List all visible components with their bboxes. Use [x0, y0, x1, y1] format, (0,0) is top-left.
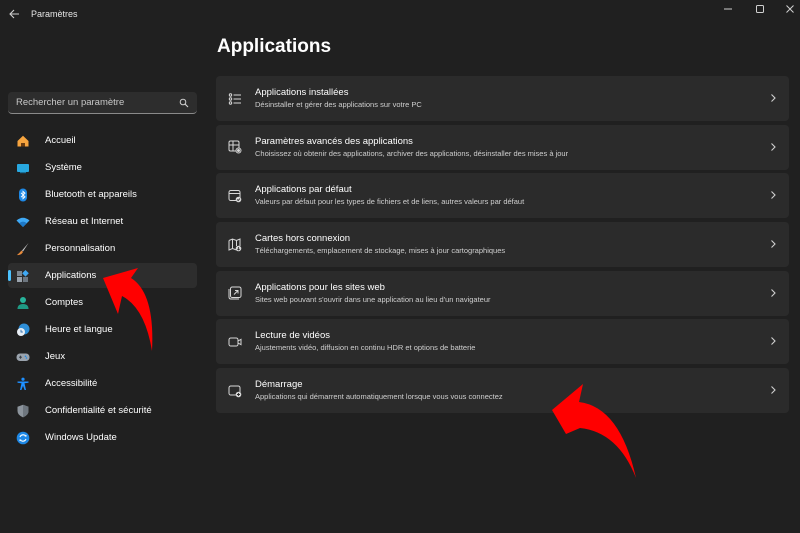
- update-icon: [16, 431, 30, 445]
- back-arrow-icon: [8, 9, 19, 19]
- chevron-right-icon: [771, 386, 776, 395]
- chevron-right-icon: [771, 94, 776, 102]
- offline-map-icon: [228, 237, 242, 252]
- sidebar-item-accueil[interactable]: Accueil: [8, 128, 197, 153]
- title-bar: Paramètres: [0, 0, 800, 30]
- sidebar-item-label: Réseau et Internet: [45, 216, 124, 227]
- search-box[interactable]: [8, 92, 197, 114]
- search-icon[interactable]: [179, 98, 189, 108]
- sidebar-item-label: Windows Update: [45, 432, 117, 443]
- card-cartes-hors-connexion[interactable]: Cartes hors connexion Téléchargements, e…: [216, 222, 789, 268]
- settings-card-list: Applications installées Désinstaller et …: [216, 76, 789, 417]
- sidebar-item-windows-update[interactable]: Windows Update: [8, 425, 197, 450]
- app-title: Paramètres: [31, 9, 78, 19]
- system-monitor-icon: [16, 161, 30, 175]
- card-title: Applications par défaut: [255, 184, 352, 196]
- person-icon: [16, 296, 30, 310]
- sidebar-item-personnalisation[interactable]: Personnalisation: [8, 236, 197, 261]
- chevron-right-icon: [771, 142, 776, 151]
- card-applications-installees[interactable]: Applications installées Désinstaller et …: [216, 76, 789, 121]
- page-title: Applications: [217, 36, 332, 57]
- card-applications-sites-web[interactable]: Applications pour les sites web Sites we…: [216, 270, 789, 316]
- minimize-icon: [724, 8, 732, 10]
- sidebar-item-label: Comptes: [45, 297, 84, 308]
- card-description: Désinstaller et gérer des applications s…: [255, 100, 422, 109]
- default-app-icon: [228, 189, 242, 203]
- card-description: Ajustements vidéo, diffusion en continu …: [255, 343, 476, 353]
- apps-gear-icon: [228, 140, 242, 154]
- sidebar-item-label: Jeux: [45, 351, 66, 362]
- list-icon: [228, 92, 242, 106]
- sidebar-item-label: Accessibilité: [45, 378, 98, 389]
- card-lecture-videos[interactable]: Lecture de vidéos Ajustements vidéo, dif…: [216, 319, 789, 365]
- card-title: Paramètres avancés des applications: [255, 135, 413, 147]
- startup-icon: [228, 384, 242, 398]
- sidebar-item-confidentialite[interactable]: Confidentialité et sécurité: [8, 398, 197, 423]
- sidebar-item-label: Personnalisation: [45, 243, 116, 254]
- gamepad-icon: [16, 350, 30, 364]
- video-camera-icon: [228, 335, 242, 349]
- sidebar-item-label: Confidentialité et sécurité: [45, 405, 152, 416]
- chevron-right-icon: [771, 191, 776, 200]
- close-icon: [786, 5, 794, 13]
- card-parametres-avances[interactable]: Paramètres avancés des applications Choi…: [216, 124, 789, 170]
- sidebar-item-applications[interactable]: Applications: [8, 263, 197, 288]
- sidebar-item-systeme[interactable]: Système: [8, 155, 197, 180]
- chevron-right-icon: [771, 288, 776, 297]
- apps-icon: [16, 269, 30, 283]
- chevron-right-icon: [771, 337, 776, 346]
- maximize-icon: [756, 5, 764, 13]
- card-description: Valeurs par défaut pour les types de fic…: [255, 197, 525, 207]
- accessibility-icon: [16, 377, 30, 391]
- clock-globe-icon: [16, 323, 30, 337]
- card-title: Cartes hors connexion: [255, 233, 351, 245]
- card-description: Applications qui démarrent automatiqueme…: [255, 392, 503, 402]
- sidebar-item-bluetooth[interactable]: Bluetooth et appareils: [8, 182, 197, 207]
- sidebar-item-accessibilite[interactable]: Accessibilité: [8, 371, 197, 396]
- sidebar-item-label: Accueil: [45, 135, 76, 146]
- sidebar-item-label: Bluetooth et appareils: [45, 189, 137, 200]
- web-app-icon: [228, 286, 242, 300]
- search-input[interactable]: [16, 97, 179, 108]
- close-button[interactable]: [775, 0, 800, 18]
- card-description: Téléchargements, emplacement de stockage…: [255, 246, 506, 256]
- bluetooth-icon: [16, 188, 30, 202]
- card-title: Applications installées: [255, 87, 349, 98]
- card-title: Démarrage: [255, 379, 303, 391]
- maximize-button[interactable]: [745, 0, 775, 18]
- card-demarrage[interactable]: Démarrage Applications qui démarrent aut…: [216, 368, 789, 414]
- sidebar-nav: Accueil Système Bluetooth et appareils R…: [8, 128, 197, 452]
- back-button[interactable]: [6, 6, 22, 22]
- shield-icon: [16, 404, 30, 418]
- sidebar-item-reseau[interactable]: Réseau et Internet: [8, 209, 197, 234]
- card-description: Choisissez où obtenir des applications, …: [255, 148, 569, 158]
- sidebar-item-heure-langue[interactable]: Heure et langue: [8, 317, 197, 342]
- sidebar-item-jeux[interactable]: Jeux: [8, 344, 197, 369]
- wifi-icon: [16, 215, 30, 229]
- card-title: Applications pour les sites web: [255, 281, 385, 293]
- sidebar-item-label: Système: [45, 162, 82, 173]
- chevron-right-icon: [771, 240, 776, 248]
- sidebar-item-comptes[interactable]: Comptes: [8, 290, 197, 315]
- sidebar-item-label: Applications: [45, 270, 97, 281]
- card-description: Sites web pouvant s'ouvrir dans une appl…: [255, 294, 491, 304]
- paintbrush-icon: [16, 242, 30, 256]
- card-applications-par-defaut[interactable]: Applications par défaut Valeurs par défa…: [216, 173, 789, 219]
- sidebar-item-label: Heure et langue: [45, 324, 113, 335]
- card-title: Lecture de vidéos: [255, 330, 330, 342]
- home-icon: [16, 134, 30, 148]
- minimize-button[interactable]: [713, 0, 743, 18]
